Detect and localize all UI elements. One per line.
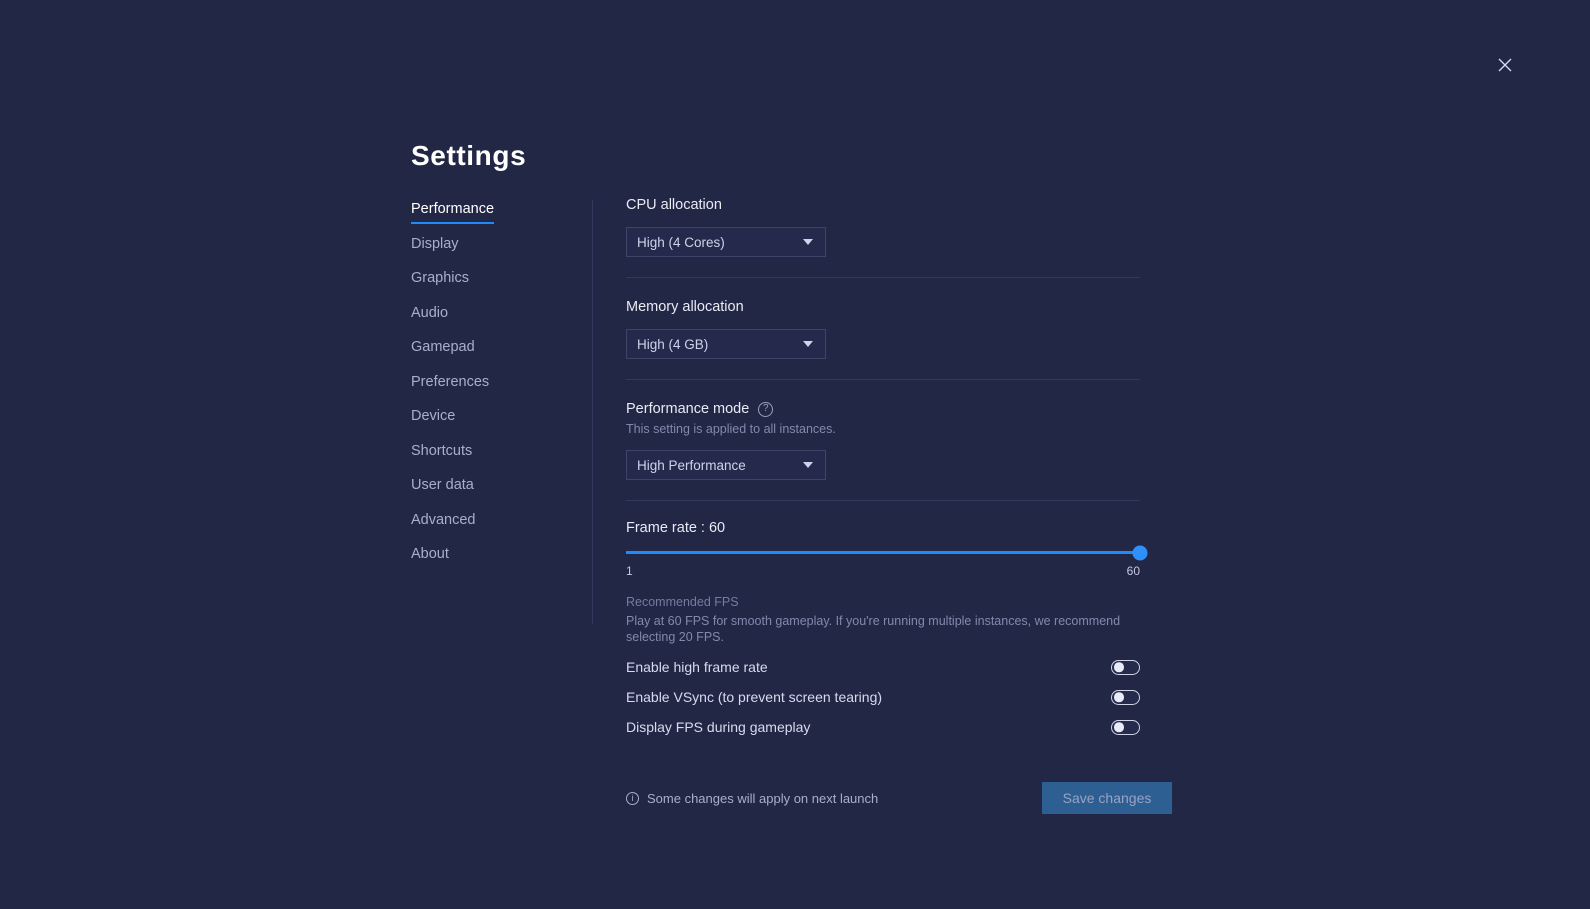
- close-icon-glyph: [1498, 58, 1512, 72]
- chevron-down-icon: [803, 239, 813, 245]
- sidebar-item-shortcuts[interactable]: Shortcuts: [411, 442, 472, 460]
- sidebar-item-about[interactable]: About: [411, 545, 449, 563]
- chevron-down-icon: [803, 341, 813, 347]
- sidebar-divider: [592, 200, 593, 624]
- sidebar-item-graphics[interactable]: Graphics: [411, 269, 469, 287]
- slider-fill: [626, 551, 1140, 554]
- page-title: Settings: [411, 140, 527, 171]
- sidebar-item-preferences[interactable]: Preferences: [411, 373, 489, 391]
- toggle-knob: [1114, 722, 1124, 732]
- display-fps-label: Display FPS during gameplay: [626, 719, 811, 735]
- toggle-knob: [1114, 692, 1124, 702]
- sidebar-item-user-data[interactable]: User data: [411, 476, 474, 494]
- info-icon: i: [626, 791, 639, 805]
- next-launch-note-text: Some changes will apply on next launch: [647, 790, 879, 806]
- settings-window: Settings Performance Display Graphics Au…: [0, 0, 1590, 909]
- performance-mode-value: High Performance: [637, 457, 746, 473]
- slider-range-labels: 1 60: [626, 564, 1140, 578]
- cpu-allocation-section: CPU allocation High (4 Cores): [626, 196, 1146, 278]
- memory-allocation-label: Memory allocation: [626, 299, 744, 315]
- toggle-row: Enable high frame rate: [626, 659, 1140, 675]
- slider-max-label: 60: [1126, 564, 1140, 578]
- recommended-fps-title: Recommended FPS: [626, 595, 739, 609]
- memory-allocation-section: Memory allocation High (4 GB): [626, 298, 1146, 380]
- cpu-allocation-select[interactable]: High (4 Cores): [626, 227, 826, 257]
- slider-min-label: 1: [626, 564, 633, 578]
- vsync-label: Enable VSync (to prevent screen tearing): [626, 689, 883, 705]
- cpu-allocation-value: High (4 Cores): [637, 234, 725, 250]
- vsync-toggle[interactable]: [1111, 689, 1140, 705]
- section-divider: [626, 500, 1140, 501]
- settings-footer: i Some changes will apply on next launch…: [626, 782, 1172, 814]
- toggle-list: Enable high frame rate Enable VSync (to …: [626, 659, 1146, 735]
- display-fps-toggle[interactable]: [1111, 719, 1140, 735]
- save-changes-button[interactable]: Save changes: [1042, 782, 1172, 814]
- sidebar-item-audio[interactable]: Audio: [411, 304, 448, 322]
- close-icon[interactable]: [1490, 50, 1520, 80]
- slider-thumb[interactable]: [1132, 545, 1148, 560]
- performance-settings-panel: CPU allocation High (4 Cores) Memory all…: [626, 196, 1172, 814]
- performance-mode-description: This setting is applied to all instances…: [626, 422, 836, 436]
- memory-allocation-value: High (4 GB): [637, 336, 709, 352]
- section-divider: [626, 379, 1140, 380]
- memory-allocation-select[interactable]: High (4 GB): [626, 329, 826, 359]
- question-mark-icon[interactable]: ?: [758, 401, 774, 417]
- toggle-row: Display FPS during gameplay: [626, 719, 1140, 735]
- sidebar-item-performance[interactable]: Performance: [411, 200, 495, 224]
- sidebar-item-advanced[interactable]: Advanced: [411, 511, 476, 529]
- sidebar-item-display[interactable]: Display: [411, 235, 459, 253]
- high-frame-rate-label: Enable high frame rate: [626, 659, 768, 675]
- high-frame-rate-toggle[interactable]: [1111, 659, 1140, 675]
- sidebar-item-gamepad[interactable]: Gamepad: [411, 338, 475, 356]
- frame-rate-slider[interactable]: 1 60: [626, 545, 1148, 578]
- performance-mode-select[interactable]: High Performance: [626, 450, 826, 480]
- frame-rate-label: Frame rate : 60: [626, 520, 726, 536]
- performance-mode-label-row: Performance mode ?: [626, 400, 1146, 418]
- sidebar-item-device[interactable]: Device: [411, 407, 455, 425]
- next-launch-note: i Some changes will apply on next launch: [626, 791, 878, 806]
- toggle-knob: [1114, 662, 1124, 672]
- performance-mode-label: Performance mode: [626, 401, 750, 417]
- slider-track[interactable]: [626, 545, 1148, 560]
- recommended-fps-body: Play at 60 FPS for smooth gameplay. If y…: [626, 614, 1121, 644]
- frame-rate-section: Frame rate : 60 1 60 Recommended FPS Pla…: [626, 519, 1148, 645]
- settings-sidebar: Performance Display Graphics Audio Gamep…: [411, 200, 581, 580]
- toggle-row: Enable VSync (to prevent screen tearing): [626, 689, 1140, 705]
- chevron-down-icon: [803, 462, 813, 468]
- cpu-allocation-label: CPU allocation: [626, 197, 722, 213]
- section-divider: [626, 277, 1140, 278]
- performance-mode-section: Performance mode ? This setting is appli…: [626, 400, 1146, 501]
